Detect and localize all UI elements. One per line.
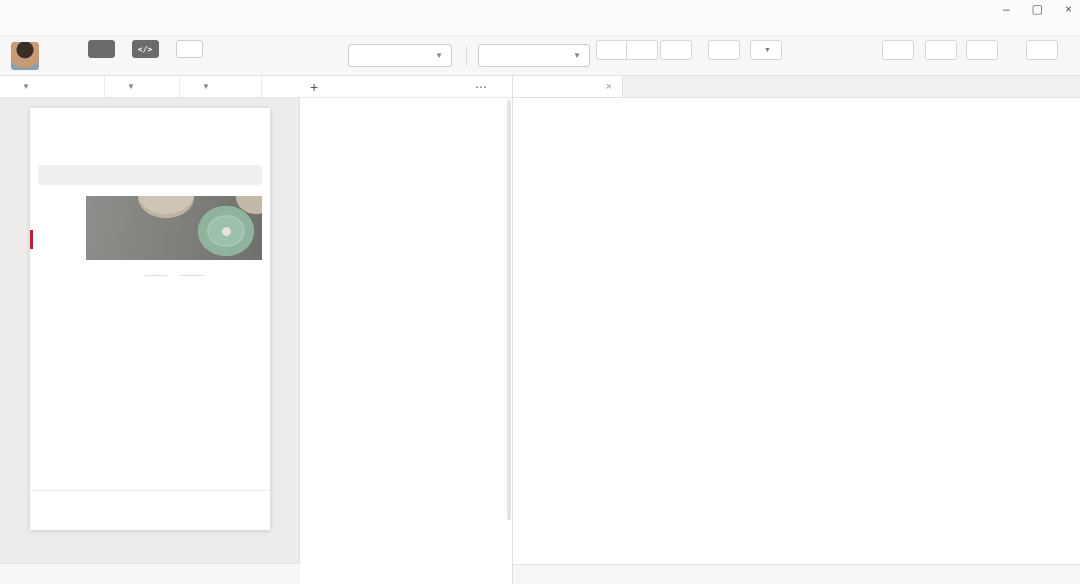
remote-debug-button[interactable] [660,39,692,62]
toolbar-separator [466,46,467,66]
compile-mode-select[interactable]: ▼ [478,44,590,67]
file-tree-panel: + ⋯ [300,76,513,584]
chevron-down-icon: ▼ [127,82,135,91]
add-file-button[interactable]: + [310,79,318,95]
file-tree-header: + ⋯ [300,76,512,98]
more-options-icon[interactable]: ⋯ [475,80,488,94]
banner-pot-beige [138,196,194,218]
clear-cache-button[interactable]: ▼ [750,39,782,62]
upload-button[interactable] [882,39,914,62]
maximize-button[interactable]: ▢ [1032,0,1043,18]
tab-home[interactable] [30,491,78,530]
chevron-down-icon: ▼ [435,51,443,60]
file-tree-list [300,98,512,584]
simulator-panel: ▼ ▼ ▼ [0,76,300,584]
debugger-toggle-button[interactable] [166,40,212,60]
minimize-button[interactable]: – [1003,0,1010,18]
tab-topic[interactable] [78,491,126,530]
test-button[interactable] [925,39,957,62]
phone-screen [30,108,270,530]
tab-profile[interactable] [222,491,270,530]
editor-tab-bar: × [513,76,1080,98]
wechat-devtools-window: – ▢ × </> ▼ [0,0,1080,584]
tab-category[interactable] [126,491,174,530]
code-icon: </> [138,45,152,54]
preview-button[interactable] [626,39,658,62]
compile-button[interactable] [596,39,628,62]
sidebar-item-fuzhuang[interactable] [30,289,77,322]
sidebar-item-canchu[interactable] [30,223,77,256]
editor-panel: × [513,76,1080,584]
tab-bar [30,490,270,530]
category-banner[interactable] [86,196,262,260]
sidebar-item-peijian[interactable] [30,256,77,289]
sidebar-item-jujia[interactable] [30,190,77,223]
section-divider-title [86,268,262,282]
chevron-down-icon: ▼ [573,51,581,60]
device-select[interactable]: ▼ [0,76,105,97]
details-button[interactable] [1026,39,1058,62]
sidebar-item-yinshi[interactable] [30,421,77,454]
sidebar-item-xihu[interactable] [30,322,77,355]
toolbar: </> ▼ ▼ [0,36,1080,76]
user-avatar[interactable] [11,42,39,70]
phone-nav-bar [30,125,270,158]
menu-bar [0,18,1080,36]
code-editor[interactable] [513,98,1080,564]
zoom-select[interactable]: ▼ [105,76,180,97]
title-bar: – ▢ × [0,0,1080,18]
device-bar: ▼ ▼ ▼ [0,76,300,98]
sidebar-item-yingtong[interactable] [30,355,77,388]
editor-footer [513,564,1080,584]
search-input[interactable] [38,165,262,185]
simulator-footer [0,563,300,584]
close-tab-icon[interactable]: × [606,81,612,93]
network-select[interactable]: ▼ [180,76,262,97]
tree-scrollbar[interactable] [507,100,511,520]
category-sidebar [30,190,77,454]
chevron-down-icon: ▼ [202,82,210,91]
simulator-toggle-button[interactable] [78,40,124,60]
close-button[interactable]: × [1065,0,1072,18]
sidebar-item-zahuo[interactable] [30,388,77,421]
editor-toggle-button[interactable]: </> [122,40,168,60]
tab-cart[interactable] [174,491,222,530]
tab-api-js[interactable]: × [513,76,623,97]
switch-background-button[interactable] [708,39,740,62]
banner-pot-knob [222,227,231,236]
chevron-down-icon: ▼ [22,82,30,91]
tencent-cloud-button[interactable] [966,39,998,62]
phone-status-bar [30,108,270,125]
mode-select[interactable]: ▼ [348,44,452,67]
